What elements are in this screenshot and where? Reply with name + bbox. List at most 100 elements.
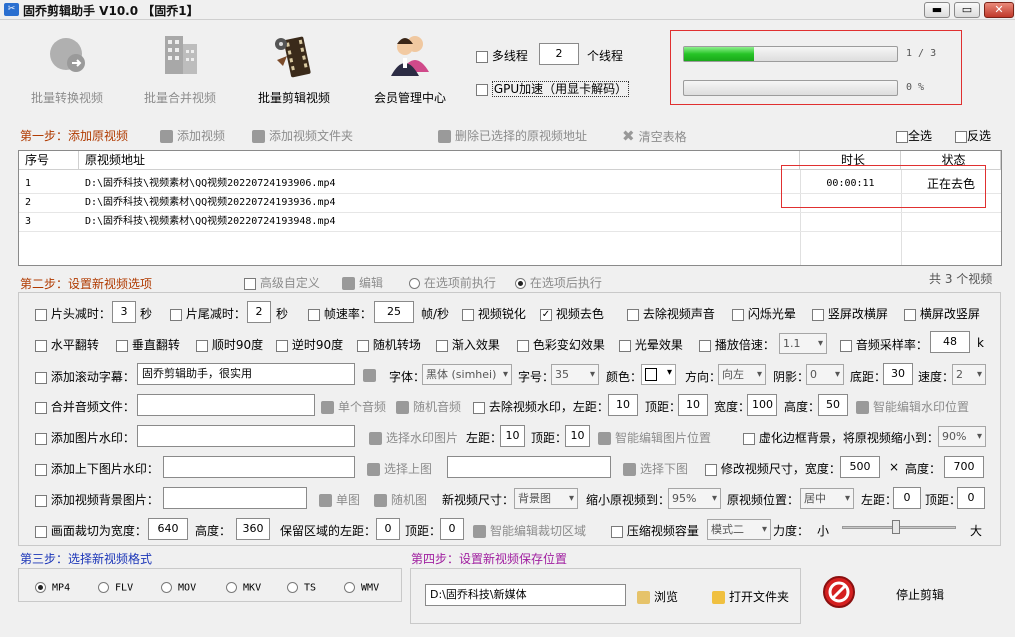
new-size-select[interactable]: 背景图	[514, 488, 578, 509]
shadow-select[interactable]: 0	[806, 364, 844, 385]
advanced-option[interactable]: 高级自定义	[244, 274, 320, 291]
format-flv[interactable]: FLV	[98, 582, 133, 594]
samplerate-option[interactable]: 音频采样率：	[840, 336, 928, 353]
open-folder-button[interactable]: 打开文件夹	[712, 588, 789, 605]
cw90-checkbox[interactable]	[196, 339, 208, 352]
vflip-option[interactable]: 垂直翻转	[116, 336, 180, 353]
compress-mode-select[interactable]: 模式二	[707, 519, 771, 540]
subtitle-input[interactable]: 固乔剪辑助手，很实用	[137, 363, 355, 385]
merge-audio-option[interactable]: 合并音频文件：	[35, 398, 135, 415]
speed-checkbox[interactable]	[699, 339, 711, 352]
single-image-button[interactable]: 单图	[319, 491, 360, 508]
fps-option[interactable]: 帧速率：	[308, 305, 372, 322]
smart-crop-button[interactable]: 智能编辑裁切区域	[473, 522, 586, 539]
hflip-option[interactable]: 水平翻转	[35, 336, 99, 353]
advanced-checkbox[interactable]	[244, 277, 256, 290]
subtitle-checkbox[interactable]	[35, 371, 47, 384]
invert-checkbox[interactable]	[955, 130, 967, 143]
format-mp4[interactable]: MP4	[35, 582, 70, 594]
merge-audio-checkbox[interactable]	[35, 401, 47, 414]
bg-image-checkbox[interactable]	[35, 494, 47, 507]
ccw90-option[interactable]: 逆时90度	[276, 336, 343, 353]
remove-watermark-option[interactable]: 去除视频水印，左距：	[473, 398, 609, 415]
add-video-button[interactable]: 添加视频	[160, 127, 225, 144]
speed-select[interactable]: 1.1	[779, 333, 827, 354]
subtitle-option[interactable]: 添加滚动字幕：	[35, 368, 135, 385]
gpu-option[interactable]: GPU加速（用显卡解码）	[476, 80, 630, 97]
bottom-image-input[interactable]	[447, 456, 611, 478]
compress-checkbox[interactable]	[611, 525, 623, 538]
random-transition-option[interactable]: 随机转场	[357, 336, 421, 353]
after-option[interactable]: 在选项后执行	[515, 274, 602, 291]
wm-width-input[interactable]: 100	[747, 394, 777, 416]
decolor-option[interactable]: ✓ 视频去色	[540, 305, 604, 322]
choose-wm-image-button[interactable]: 选择水印图片	[369, 429, 458, 446]
vflip-checkbox[interactable]	[116, 339, 128, 352]
delete-selected-button[interactable]: 删除已选择的原视频地址	[438, 127, 587, 144]
gpu-checkbox[interactable]	[476, 83, 488, 96]
thread-count-input[interactable]: 2	[539, 43, 579, 65]
bottom-input[interactable]: 30	[883, 363, 913, 385]
fade-in-checkbox[interactable]	[436, 339, 448, 352]
minimize-button[interactable]: ▬	[924, 2, 950, 18]
col-header-path[interactable]: 原视频地址	[79, 151, 800, 170]
updown-watermark-option[interactable]: 添加上下图片水印：	[35, 460, 159, 477]
wm-top-input[interactable]: 10	[678, 394, 708, 416]
decolor-checkbox[interactable]: ✓	[540, 308, 552, 321]
format-mkv-radio[interactable]	[226, 582, 237, 593]
image-watermark-option[interactable]: 添加图片水印：	[35, 429, 135, 446]
head-cut-checkbox[interactable]	[35, 308, 47, 321]
stop-icon[interactable]	[822, 575, 856, 612]
updown-watermark-checkbox[interactable]	[35, 463, 47, 476]
random-image-button[interactable]: 随机图	[374, 491, 427, 508]
resize-height-input[interactable]: 700	[944, 456, 984, 478]
samplerate-checkbox[interactable]	[840, 339, 852, 352]
table-row[interactable]: 3 D:\固乔科技\视频素材\QQ视频20220724193948.mp4	[19, 213, 1001, 232]
keep-left-input[interactable]: 0	[376, 518, 400, 540]
single-audio-button[interactable]: 单个音频	[321, 398, 386, 415]
h2v-checkbox[interactable]	[904, 308, 916, 321]
format-ts[interactable]: TS	[287, 582, 316, 594]
format-mov-radio[interactable]	[161, 582, 172, 593]
top-image-input[interactable]	[163, 456, 355, 478]
image-watermark-checkbox[interactable]	[35, 432, 47, 445]
bg-image-option[interactable]: 添加视频背景图片：	[35, 491, 159, 508]
color-change-option[interactable]: 色彩变幻效果	[517, 336, 605, 353]
head-cut-option[interactable]: 片头减时：	[35, 305, 111, 322]
batch-edit-button[interactable]: 批量剪辑视频	[249, 30, 339, 106]
samplerate-input[interactable]: 48	[930, 331, 970, 353]
flash-checkbox[interactable]	[732, 308, 744, 321]
stop-button[interactable]: 停止剪辑	[896, 586, 944, 603]
crop-checkbox[interactable]	[35, 525, 47, 538]
select-all-button[interactable]: 全选	[896, 127, 932, 144]
halo-checkbox[interactable]	[619, 339, 631, 352]
resize-option[interactable]: 修改视频尺寸，宽度：	[705, 460, 841, 477]
multithread-checkbox[interactable]	[476, 50, 488, 63]
fade-in-option[interactable]: 渐入效果	[436, 336, 500, 353]
color-picker[interactable]: ▾	[641, 364, 676, 385]
remove-watermark-checkbox[interactable]	[473, 401, 485, 414]
velocity-select[interactable]: 2	[952, 364, 986, 385]
subtitle-edit-icon[interactable]	[363, 368, 380, 382]
direction-select[interactable]: 向左	[718, 364, 766, 385]
audio-file-input[interactable]	[137, 394, 315, 416]
remove-audio-option[interactable]: 去除视频声音	[627, 305, 715, 322]
batch-convert-button[interactable]: 批量转换视频	[22, 30, 112, 106]
bg-image-input[interactable]	[163, 487, 307, 509]
crop-width-input[interactable]: 640	[148, 518, 188, 540]
iw-left-input[interactable]: 10	[500, 425, 525, 447]
browse-button[interactable]: 浏览	[637, 588, 678, 605]
format-ts-radio[interactable]	[287, 582, 298, 593]
cw90-option[interactable]: 顺时90度	[196, 336, 263, 353]
select-all-checkbox[interactable]	[896, 130, 908, 143]
hflip-checkbox[interactable]	[35, 339, 47, 352]
multithread-option[interactable]: 多线程	[476, 47, 528, 64]
tail-cut-input[interactable]: 2	[247, 301, 271, 323]
edit-button[interactable]: 编辑	[342, 274, 383, 291]
ccw90-checkbox[interactable]	[276, 339, 288, 352]
invert-button[interactable]: 反选	[955, 127, 991, 144]
tail-cut-option[interactable]: 片尾减时：	[170, 305, 246, 322]
close-button[interactable]: ✕	[984, 2, 1014, 18]
bg-top-input[interactable]: 0	[957, 487, 985, 509]
compress-option[interactable]: 压缩视频容量	[611, 522, 699, 539]
